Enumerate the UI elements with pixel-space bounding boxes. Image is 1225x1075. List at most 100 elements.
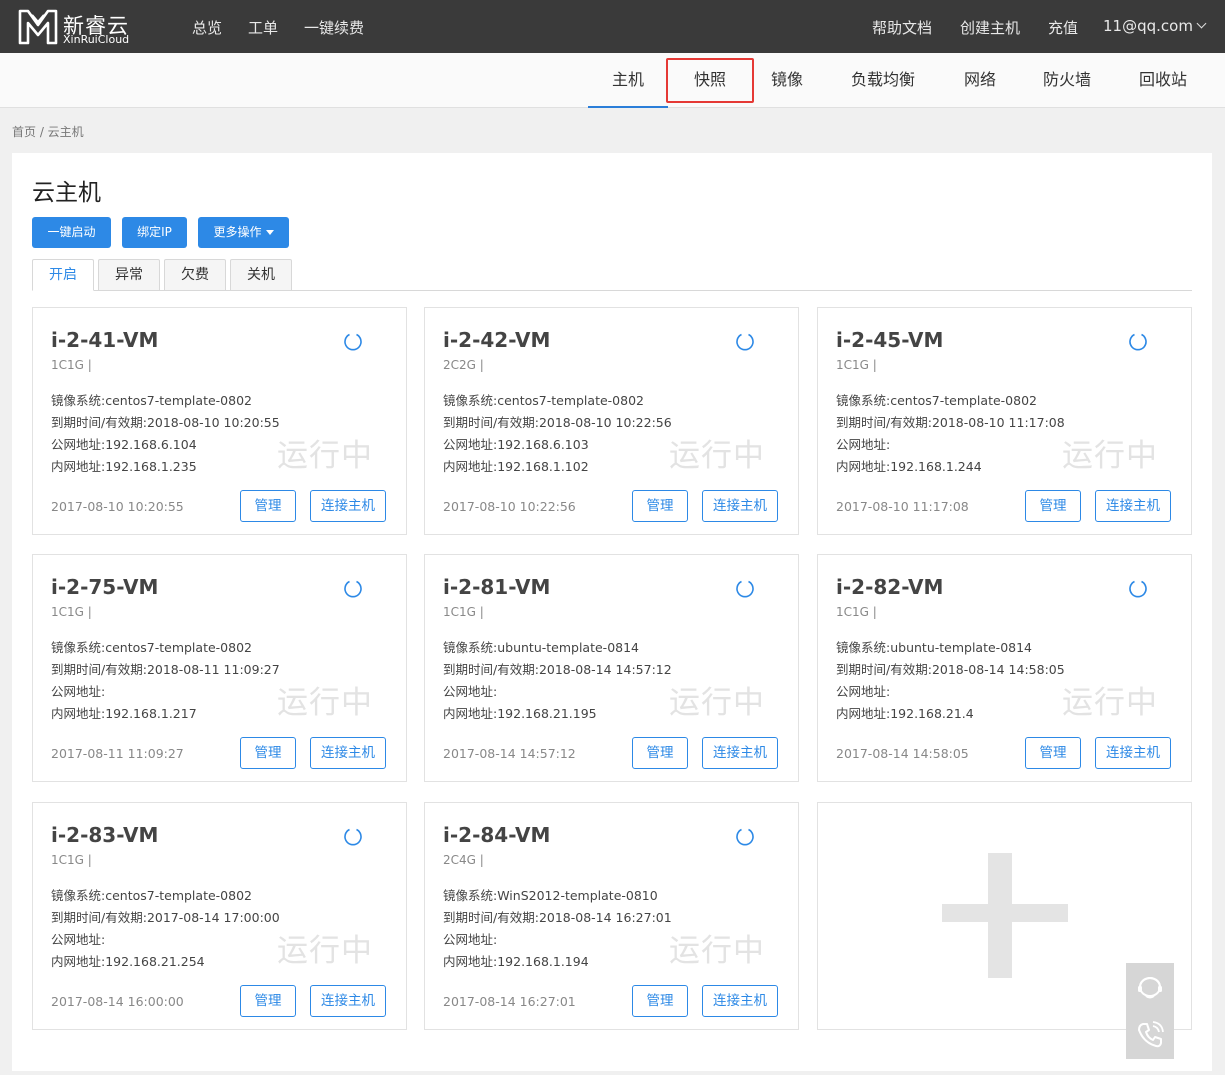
power-icon[interactable] xyxy=(735,826,755,846)
vm-expire: 到期时间/有效期:2018-08-14 14:57:12 xyxy=(443,662,672,677)
vm-spec: 2C2G | xyxy=(443,358,484,372)
status-watermark: 运行中 xyxy=(669,685,765,721)
power-icon[interactable] xyxy=(1128,331,1148,351)
vm-card: i-2-75-VM 1C1G | 镜像系统:centos7-template-080… xyxy=(32,554,407,782)
manage-button[interactable]: 管理 xyxy=(240,737,296,769)
manage-button[interactable]: 管理 xyxy=(632,985,688,1017)
vm-public-ip: 公网地址:192.168.6.103 xyxy=(443,437,589,452)
vm-private-ip: 内网地址:192.168.1.235 xyxy=(51,459,197,474)
manage-button[interactable]: 管理 xyxy=(240,490,296,522)
vm-spec: 1C1G | xyxy=(836,605,877,619)
manage-button[interactable]: 管理 xyxy=(632,490,688,522)
sub-nav: 主机 快照 镜像 负载均衡 网络 防火墙 回收站 xyxy=(0,53,1225,108)
more-actions-label: 更多操作 xyxy=(213,225,262,239)
connect-host-button[interactable]: 连接主机 xyxy=(1095,737,1171,769)
vm-public-ip: 公网地址: xyxy=(836,437,891,452)
vm-expire: 到期时间/有效期:2018-08-11 11:09:27 xyxy=(51,662,280,677)
manage-button[interactable]: 管理 xyxy=(1025,490,1081,522)
tab-abnormal[interactable]: 异常 xyxy=(98,259,160,291)
vm-spec: 1C1G | xyxy=(51,605,92,619)
manage-button[interactable]: 管理 xyxy=(240,985,296,1017)
vm-spec: 1C1G | xyxy=(443,605,484,619)
vm-created-time: 2017-08-14 16:00:00 xyxy=(51,994,184,1009)
vm-expire: 到期时间/有效期:2017-08-14 17:00:00 xyxy=(51,910,280,925)
power-icon[interactable] xyxy=(735,331,755,351)
vm-name[interactable]: i-2-75-VM xyxy=(51,575,158,599)
tab-network[interactable]: 网络 xyxy=(950,53,1010,108)
user-menu[interactable]: 11@qq.com xyxy=(1103,17,1207,35)
power-icon[interactable] xyxy=(343,826,363,846)
vm-public-ip: 公网地址: xyxy=(51,684,106,699)
vm-created-time: 2017-08-10 11:17:08 xyxy=(836,499,969,514)
tab-images[interactable]: 镜像 xyxy=(756,53,818,108)
tab-hosts[interactable]: 主机 xyxy=(588,53,668,108)
connect-host-button[interactable]: 连接主机 xyxy=(310,737,386,769)
page-title: 云主机 xyxy=(32,180,101,206)
vm-image: 镜像系统:centos7-template-0802 xyxy=(51,393,252,408)
power-icon[interactable] xyxy=(343,331,363,351)
vm-public-ip: 公网地址: xyxy=(443,684,498,699)
start-all-button[interactable]: 一键启动 xyxy=(32,217,111,248)
status-watermark: 运行中 xyxy=(1062,438,1158,474)
vm-name[interactable]: i-2-81-VM xyxy=(443,575,550,599)
nav-help-docs[interactable]: 帮助文档 xyxy=(872,17,932,38)
tab-running[interactable]: 开启 xyxy=(32,259,94,291)
vm-image: 镜像系统:ubuntu-template-0814 xyxy=(443,640,640,655)
connect-host-button[interactable]: 连接主机 xyxy=(310,490,386,522)
connect-host-button[interactable]: 连接主机 xyxy=(1095,490,1171,522)
status-watermark: 运行中 xyxy=(1062,685,1158,721)
vm-public-ip: 公网地址: xyxy=(443,932,498,947)
vm-created-time: 2017-08-14 16:27:01 xyxy=(443,994,576,1009)
vm-name[interactable]: i-2-83-VM xyxy=(51,823,158,847)
status-watermark: 运行中 xyxy=(277,438,373,474)
nav-overview[interactable]: 总览 xyxy=(192,17,222,38)
logo-mark-icon xyxy=(18,9,58,45)
nav-recharge[interactable]: 充值 xyxy=(1048,17,1078,38)
vm-card: i-2-45-VM 1C1G | 镜像系统:centos7-template-080… xyxy=(817,307,1192,535)
vm-private-ip: 内网地址:192.168.1.102 xyxy=(443,459,589,474)
manage-button[interactable]: 管理 xyxy=(632,737,688,769)
vm-name[interactable]: i-2-42-VM xyxy=(443,328,550,352)
more-actions-button[interactable]: 更多操作 xyxy=(198,217,289,248)
status-watermark: 运行中 xyxy=(669,438,765,474)
vm-name[interactable]: i-2-45-VM xyxy=(836,328,943,352)
user-email: 11@qq.com xyxy=(1103,17,1193,35)
power-icon[interactable] xyxy=(735,578,755,598)
vm-name[interactable]: i-2-82-VM xyxy=(836,575,943,599)
power-icon[interactable] xyxy=(1128,578,1148,598)
nav-create-host[interactable]: 创建主机 xyxy=(960,17,1020,38)
manage-button[interactable]: 管理 xyxy=(1025,737,1081,769)
status-tabs: 开启 异常 欠费 关机 xyxy=(32,259,1192,291)
phone-icon[interactable] xyxy=(1134,1019,1166,1051)
tab-snapshots[interactable]: 快照 xyxy=(666,58,754,103)
connect-host-button[interactable]: 连接主机 xyxy=(702,985,778,1017)
bind-ip-button[interactable]: 绑定IP xyxy=(122,217,187,248)
logo-text-en: XinRuiCloud xyxy=(63,33,130,46)
breadcrumb: 首页 / 云主机 xyxy=(12,125,84,139)
vm-spec: 1C1G | xyxy=(51,853,92,867)
power-icon[interactable] xyxy=(343,578,363,598)
connect-host-button[interactable]: 连接主机 xyxy=(310,985,386,1017)
tab-recycle-bin[interactable]: 回收站 xyxy=(1126,53,1200,108)
nav-renew[interactable]: 一键续费 xyxy=(304,17,364,38)
vm-private-ip: 内网地址:192.168.21.195 xyxy=(443,706,597,721)
vm-expire: 到期时间/有效期:2018-08-10 10:22:56 xyxy=(443,415,672,430)
tab-firewall[interactable]: 防火墙 xyxy=(1030,53,1104,108)
vm-created-time: 2017-08-10 10:20:55 xyxy=(51,499,184,514)
vm-expire: 到期时间/有效期:2018-08-10 10:20:55 xyxy=(51,415,280,430)
vm-expire: 到期时间/有效期:2018-08-14 14:58:05 xyxy=(836,662,1065,677)
vm-spec: 1C1G | xyxy=(836,358,877,372)
logo[interactable]: 新睿云 XinRuiCloud xyxy=(18,8,148,46)
vm-card: i-2-83-VM 1C1G | 镜像系统:centos7-template-080… xyxy=(32,802,407,1030)
tab-stopped[interactable]: 关机 xyxy=(230,259,292,291)
vm-name[interactable]: i-2-41-VM xyxy=(51,328,158,352)
vm-expire: 到期时间/有效期:2018-08-10 11:17:08 xyxy=(836,415,1065,430)
vm-name[interactable]: i-2-84-VM xyxy=(443,823,550,847)
connect-host-button[interactable]: 连接主机 xyxy=(702,737,778,769)
nav-tickets[interactable]: 工单 xyxy=(248,17,278,38)
connect-host-button[interactable]: 连接主机 xyxy=(702,490,778,522)
vm-created-time: 2017-08-14 14:58:05 xyxy=(836,746,969,761)
headset-icon[interactable] xyxy=(1134,971,1166,1003)
tab-overdue[interactable]: 欠费 xyxy=(164,259,226,291)
tab-load-balancer[interactable]: 负载均衡 xyxy=(838,53,928,108)
